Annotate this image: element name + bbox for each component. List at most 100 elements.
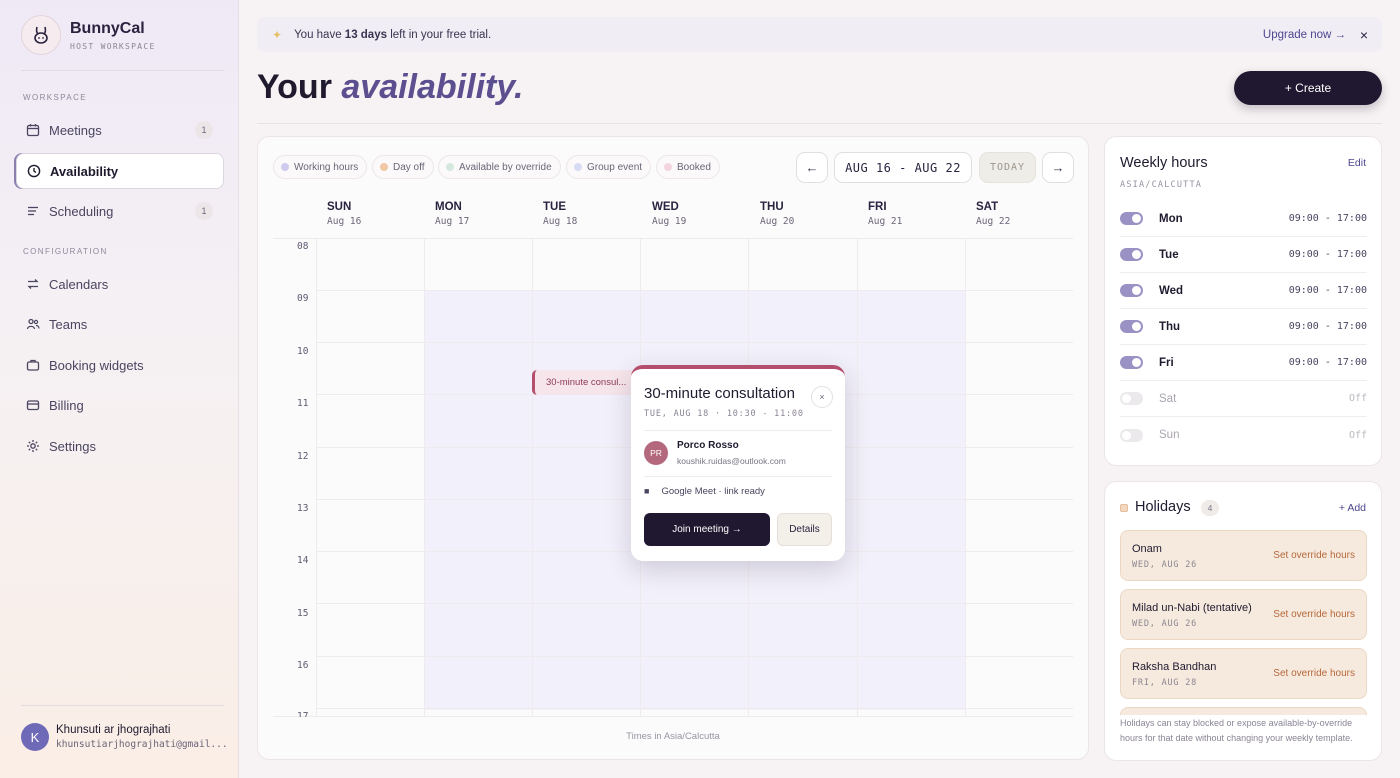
day-hours: Off [1348,429,1367,441]
day-label: Mon [1159,212,1183,225]
holiday-date: FRI, AUG 28 [1132,678,1198,688]
arrow-left-icon: ← [805,160,819,175]
sidebar-item-availability[interactable]: Availability [16,153,224,189]
sync-arrows-icon [25,276,41,292]
legend-swatch [664,163,672,171]
configuration-section-label: CONFIGURATION [23,247,108,256]
hour-label: 08 [297,241,309,252]
sidebar-divider [21,705,224,706]
day-toggle[interactable] [1120,428,1143,442]
holiday-name: Milad un-Nabi (tentative) [1132,602,1252,614]
day-header-thu: THU Aug 20 [760,201,795,227]
grid-line [424,238,425,716]
user-email: khunsutiarjhograjhati@gmail... [56,739,228,750]
holiday-item-partial [1120,707,1367,715]
next-week-button[interactable]: → [1042,152,1074,183]
holidays-note: Holidays can stay blocked or expose avai… [1120,718,1353,743]
sidebar-item-calendars[interactable]: Calendars [16,266,224,302]
sidebar-item-booking-widgets[interactable]: Booking widgets [16,347,224,383]
day-header-fri: FRI Aug 21 [868,201,903,227]
trial-banner: ✦ You have 13 days left in your free tri… [257,17,1382,52]
arrow-right-icon: → [1051,160,1065,175]
day-header-mon: MON Aug 17 [435,201,470,227]
weekday-row-thu: Thu 09:00 - 17:00 [1120,309,1367,345]
calendar-icon [25,122,41,138]
day-header-sat: SAT Aug 22 [976,201,1011,227]
user-profile[interactable]: K Khunsuti ar jhograjhati khunsutiarjhog… [21,723,228,751]
day-toggle[interactable] [1120,392,1143,405]
set-override-hours-link[interactable]: Set override hours [1273,550,1355,561]
holidays-title: Holidays [1135,499,1191,515]
day-hours: 09:00 - 17:00 [1288,357,1367,368]
holiday-item: Milad un-Nabi (tentative) WED, AUG 26 Se… [1120,589,1367,640]
grid-line [316,656,1073,657]
sidebar-item-teams[interactable]: Teams [16,306,224,342]
close-icon[interactable]: × [1360,27,1368,43]
sidebar-divider [21,70,224,71]
grid-line [273,716,1073,717]
sidebar-item-settings[interactable]: Settings [16,428,224,464]
holidays-panel: Holidays 4 + Add Onam WED, AUG 26 Set ov… [1104,481,1382,761]
create-button[interactable]: + Create [1234,71,1382,105]
day-toggle[interactable] [1120,212,1143,225]
sidebar-item-label: Billing [49,397,84,413]
grid-line [273,238,1073,239]
day-toggle[interactable] [1120,284,1143,297]
day-label: Thu [1159,320,1181,333]
day-toggle[interactable] [1120,356,1143,369]
holiday-count-badge: 4 [1201,500,1219,516]
day-label: Wed [1159,284,1184,297]
day-hours: 09:00 - 17:00 [1288,285,1367,296]
attendee-avatar: PR [644,441,668,465]
brand[interactable]: BunnyCal HOST WORKSPACE [21,15,156,55]
sidebar-item-label: Meetings [49,122,102,138]
add-holiday-link[interactable]: + Add [1339,502,1366,514]
hour-label: 09 [297,293,309,304]
weekday-row-sat: Sat Off [1120,381,1367,417]
legend-available-by-override: Available by override [438,155,561,179]
sidebar-item-label: Settings [49,438,96,454]
sidebar-item-label: Booking widgets [49,357,144,373]
set-override-hours-link[interactable]: Set override hours [1273,609,1355,620]
bunny-logo-icon [21,15,61,55]
holiday-item: Raksha Bandhan FRI, AUG 28 Set override … [1120,648,1367,699]
holiday-name: Raksha Bandhan [1132,661,1217,673]
holiday-item: Onam WED, AUG 26 Set override hours [1120,530,1367,581]
legend-swatch [574,163,582,171]
day-toggle[interactable] [1120,248,1143,261]
attendee-email: koushik.ruidas@outlook.com [677,456,786,466]
sidebar: BunnyCal HOST WORKSPACE WORKSPACE Meetin… [0,0,239,778]
people-icon [25,316,41,332]
edit-link[interactable]: Edit [1348,157,1366,169]
upgrade-link[interactable]: Upgrade now → [1263,29,1346,41]
holiday-date: WED, AUG 26 [1132,619,1198,629]
today-button[interactable]: TODAY [979,152,1036,183]
briefcase-icon [25,357,41,373]
legend-booked: Booked [656,155,720,179]
holiday-date: WED, AUG 26 [1132,560,1198,570]
grid-line [532,238,533,716]
popover-divider [644,476,832,477]
details-button[interactable]: Details [777,513,832,546]
day-label: Fri [1159,356,1174,369]
previous-week-button[interactable]: ← [796,152,828,183]
day-toggle[interactable] [1120,320,1143,333]
day-hours: 09:00 - 17:00 [1288,249,1367,260]
join-meeting-button[interactable]: Join meeting → [644,513,770,546]
card-icon [25,397,41,413]
set-override-hours-link[interactable]: Set override hours [1273,668,1355,679]
close-icon[interactable]: × [811,386,833,408]
holiday-name: Onam [1132,543,1162,555]
sidebar-item-scheduling[interactable]: Scheduling 1 [16,193,224,229]
grid-line [316,342,1073,343]
sidebar-item-meetings[interactable]: Meetings 1 [16,112,224,148]
event-time: TUE, AUG 18 · 10:30 - 11:00 [644,409,804,419]
sidebar-item-label: Availability [50,163,119,179]
brand-subtitle: HOST WORKSPACE [70,41,156,51]
date-range-display[interactable]: AUG 16 - AUG 22 [834,152,972,183]
sidebar-item-billing[interactable]: Billing [16,387,224,423]
event-title: 30-minute consultation [644,385,795,402]
booked-event-chip[interactable]: 30-minute consul... [532,370,634,395]
legend-swatch [380,163,388,171]
brand-name: BunnyCal [70,19,145,37]
